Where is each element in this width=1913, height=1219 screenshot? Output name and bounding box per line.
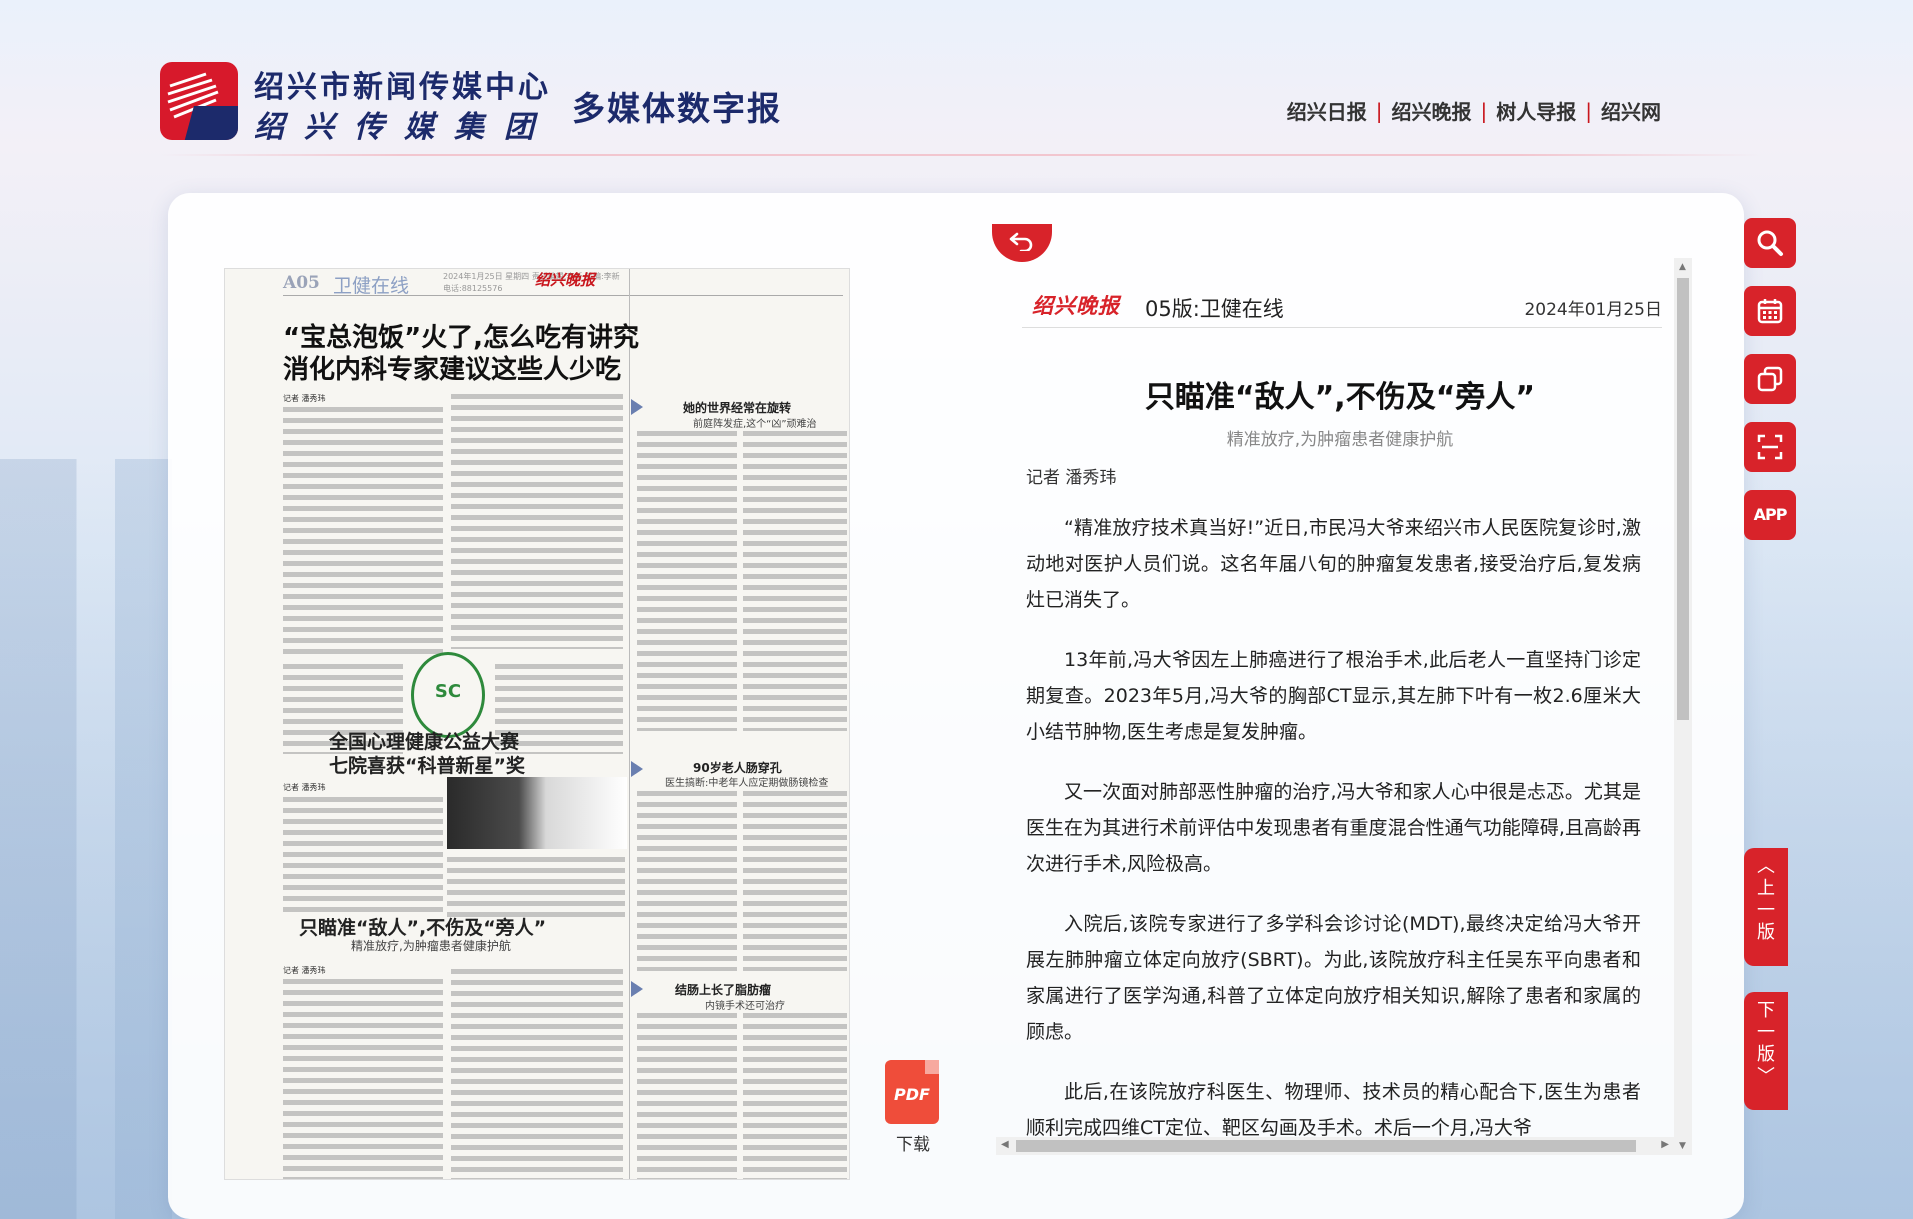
article-header: 绍兴晚报 05版:卫健在线 2024年01月25日 (1022, 280, 1662, 328)
paper-byline-3: 记者 潘秀玮 (283, 966, 326, 975)
article-body: “精准放疗技术真当好!”近日,市民冯大爷来绍兴市人民医院复诊时,激动地对医护人员… (1026, 510, 1641, 1155)
paper-column-rule (629, 269, 630, 1179)
article-panel[interactable]: 绍兴晚报 05版:卫健在线 2024年01月25日 只瞄准“敌人”,不伤及“旁人… (1012, 260, 1684, 1155)
paper-text-column (743, 431, 847, 731)
paper-arrow-marker (631, 761, 643, 777)
chevron-up-icon: ︿ (1757, 856, 1775, 877)
nav-link-shaoxing-net[interactable]: 绍兴网 (1601, 96, 1661, 125)
paper-photo (447, 777, 627, 849)
nav-separator: | (1375, 98, 1383, 123)
paper-text-column (637, 431, 737, 731)
article-masthead-logo: 绍兴晚报 (1032, 293, 1120, 318)
nav-link-shaoxing-daily[interactable]: 绍兴日报 (1287, 96, 1367, 125)
pdf-download-label[interactable]: 下载 (896, 1130, 930, 1155)
pdf-download-button[interactable]: PDF (885, 1060, 943, 1128)
paper-seal-logo: SC (411, 652, 485, 738)
site-title: 多媒体数字报 (572, 89, 782, 128)
newspaper-page-image[interactable]: A05 卫健在线 2024年1月25日 星期四 责任编辑:李新 美编:李新 电话… (224, 268, 850, 1180)
article-paragraph: 13年前,冯大爷因左上肺癌进行了根治手术,此后老人一直坚持门诊定期复查。2023… (1026, 649, 1641, 743)
paper-text-column (447, 857, 625, 917)
pdf-icon: PDF (885, 1060, 939, 1124)
paper-side-deck-3: 内镜手术还可治疗 (705, 1001, 785, 1012)
search-button[interactable] (1744, 218, 1796, 268)
paper-rule (283, 295, 843, 296)
article-horizontal-scrollbar[interactable]: ◀ ▶ (996, 1137, 1674, 1155)
copy-button[interactable] (1744, 354, 1796, 404)
scroll-down-arrow-icon[interactable]: ▼ (1679, 1141, 1686, 1151)
paper-text-column (451, 969, 623, 1179)
scan-button[interactable] (1744, 422, 1796, 472)
next-page-label: 下一版 (1757, 1000, 1775, 1065)
paper-headline-2[interactable]: 全国心理健康公益大赛 (329, 727, 519, 754)
scrollbar-thumb[interactable] (1016, 1140, 1636, 1152)
chevron-down-icon: ﹀ (1757, 1066, 1775, 1087)
calendar-icon (1757, 299, 1783, 324)
app-icon: APP (1753, 505, 1788, 524)
paper-masthead: 绍兴晚报 (534, 271, 595, 289)
scroll-up-arrow-icon[interactable]: ▲ (1679, 262, 1686, 272)
paper-folio: A05 (283, 273, 320, 293)
article-title: 只瞄准“敌人”,不伤及“旁人” (1144, 380, 1536, 415)
article-subtitle: 精准放疗,为肿瘤患者健康护航 (1226, 430, 1454, 450)
paper-text-column (283, 407, 443, 657)
copy-icon (1757, 366, 1783, 392)
org-name-line2: 绍兴传媒集团 (254, 110, 554, 145)
paper-headline-1-line2[interactable]: 消化内科专家建议这些人少吃 (283, 349, 621, 386)
article-paragraph: 此后,在该院放疗科医生、物理师、技术员的精心配合下,医生为患者顺利完成四维CT定… (1026, 1081, 1641, 1139)
nav-separator: | (1585, 98, 1592, 123)
paper-side-title-3[interactable]: 结肠上长了脂肪瘤 (675, 981, 771, 998)
header-divider (160, 154, 1760, 156)
site-header: 绍兴市新闻传媒中心 绍兴传媒集团 多媒体数字报 绍兴日报 | 绍兴晚报 | 树人… (0, 0, 1913, 158)
paper-arrow-marker (631, 981, 643, 997)
prev-page-label: 上一版 (1757, 878, 1775, 943)
paper-headline-3-deck: 精准放疗,为肿瘤患者健康护航 (351, 939, 511, 953)
back-arrow-icon (1009, 232, 1033, 253)
nav-link-shuren-guide[interactable]: 树人导报 (1496, 96, 1576, 125)
top-nav: 绍兴日报 | 绍兴晚报 | 树人导报 | 绍兴网 (1287, 96, 1661, 125)
paper-text-column (743, 791, 847, 971)
article-vertical-scrollbar[interactable]: ▲ ▼ (1674, 258, 1692, 1155)
scrollbar-thumb[interactable] (1677, 278, 1689, 720)
paper-side-deck-2: 医生搞断:中老年人应定期做肠镜检查 (665, 778, 829, 789)
app-button[interactable]: APP (1744, 490, 1796, 540)
article-paragraph: “精准放疗技术真当好!”近日,市民冯大爷来绍兴市人民医院复诊时,激动地对医护人员… (1026, 517, 1641, 611)
org-name-line1: 绍兴市新闻传媒中心 (254, 70, 551, 105)
paper-text-column (451, 394, 623, 649)
paper-headline-3[interactable]: 只瞄准“敌人”,不伤及“旁人” (299, 913, 546, 940)
media-center-logo[interactable] (160, 62, 238, 140)
article-edition: 05版:卫健在线 (1145, 297, 1284, 321)
paper-text-column (283, 797, 443, 917)
paper-section: 卫健在线 (333, 275, 410, 297)
article-author: 记者 潘秀玮 (1026, 468, 1117, 488)
search-icon (1757, 230, 1783, 256)
paper-headline-2-line2[interactable]: 七院喜获“科普新星”奖 (329, 751, 525, 778)
paper-text-column (637, 1013, 737, 1179)
paper-text-column (743, 1013, 847, 1179)
nav-separator: | (1480, 98, 1488, 123)
scroll-right-arrow-icon[interactable]: ▶ (1661, 1139, 1669, 1150)
prev-page-button[interactable]: ︿ 上一版 (1744, 848, 1788, 966)
paper-text-column (637, 791, 737, 971)
paper-folio-meta: 2024年1月25日 星期四 责任编辑:李新 美编:李新 电话:88125576 (443, 272, 620, 293)
next-page-button[interactable]: 下一版 ﹀ (1744, 992, 1788, 1110)
paper-byline-2: 记者 潘秀玮 (283, 783, 326, 792)
paper-arrow-marker (631, 399, 643, 415)
calendar-button[interactable] (1744, 286, 1796, 336)
scroll-left-arrow-icon[interactable]: ◀ (1001, 1139, 1009, 1150)
paper-text-column (283, 979, 443, 1179)
scan-icon (1757, 434, 1783, 460)
nav-link-shaoxing-evening[interactable]: 绍兴晚报 (1392, 96, 1472, 125)
article-date: 2024年01月25日 (1524, 300, 1662, 320)
paper-side-deck-1: 前庭阵发症,这个“凶”顽难治 (693, 419, 817, 430)
article-paragraph: 入院后,该院专家进行了多学科会诊讨论(MDT),最终决定给冯大爷开展左肺肿瘤立体… (1026, 913, 1641, 1043)
paper-side-title-1[interactable]: 她的世界经常在旋转 (683, 399, 791, 416)
article-paragraph: 又一次面对肺部恶性肿瘤的治疗,冯大爷和家人心中很是忐忑。尤其是医生在为其进行术前… (1026, 781, 1641, 875)
paper-byline-1: 记者 潘秀玮 (283, 394, 326, 403)
